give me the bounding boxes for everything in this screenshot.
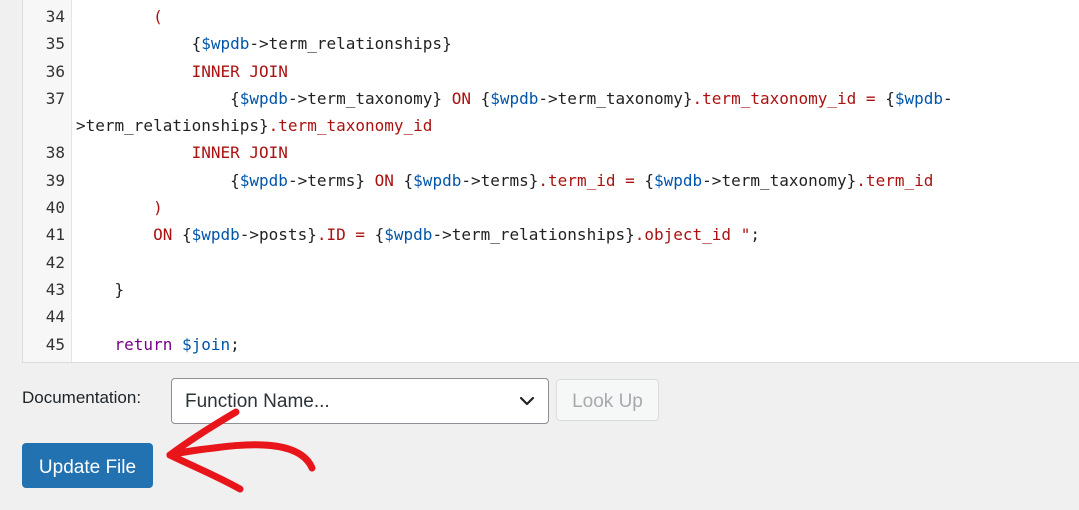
code-token: $wpdb [239, 170, 288, 190]
look-up-button[interactable]: Look Up [556, 379, 659, 421]
code-line[interactable]: 39 {$wpdb->terms} ON {$wpdb->terms}.term… [23, 167, 1079, 194]
code-token: INNER JOIN [191, 61, 288, 81]
code-token: { [470, 88, 491, 108]
line-number: 41 [45, 225, 65, 245]
code-token: ->terms} [461, 170, 539, 190]
code-text[interactable]: >term_relationships}.term_taxonomy_id [76, 112, 432, 139]
line-number: 42 [45, 252, 65, 272]
code-token: { [365, 225, 385, 245]
code-token: ; [750, 225, 760, 245]
code-token: ON [374, 170, 394, 190]
code-line[interactable]: 43 } [23, 276, 1079, 303]
code-token: } [76, 279, 125, 299]
code-token: { [634, 170, 654, 190]
code-token: { [172, 225, 192, 245]
code-token: ->term_taxonomy} [702, 170, 857, 190]
code-line[interactable]: 44 [23, 303, 1079, 330]
code-line[interactable]: 34 ( [23, 3, 1079, 30]
code-line[interactable]: >term_relationships}.term_taxonomy_id [23, 112, 1079, 139]
line-number: 45 [45, 334, 65, 354]
code-token: .object_id " [634, 225, 751, 245]
code-token: .term_id [856, 170, 934, 190]
code-line[interactable]: 35 {$wpdb->term_relationships} [23, 30, 1079, 57]
code-token: ( [153, 7, 163, 26]
code-token: ; [230, 334, 240, 354]
code-token: ) [153, 198, 163, 218]
code-token: $wpdb [201, 34, 250, 54]
code-token: .term_taxonomy_id = [692, 88, 876, 108]
documentation-label: Documentation: [22, 388, 142, 407]
code-line[interactable]: 41 ON {$wpdb->posts}.ID = {$wpdb->term_r… [23, 221, 1079, 248]
code-line[interactable]: 36 INNER JOIN [23, 58, 1079, 85]
code-token: - [943, 88, 953, 108]
code-token: ->term_taxonomy} [538, 88, 693, 108]
line-number: 44 [45, 307, 65, 327]
line-number: 38 [45, 143, 65, 163]
code-token: $wpdb [191, 225, 240, 245]
code-text[interactable]: ( [76, 3, 163, 30]
code-token: ->term_taxonomy} [287, 88, 452, 108]
code-text[interactable]: {$wpdb->term_relationships} [76, 30, 452, 57]
code-token: ->terms} [287, 170, 375, 190]
chevron-down-icon [519, 396, 535, 406]
line-number: 37 [45, 88, 65, 108]
code-token: { [875, 88, 895, 108]
code-token: { [76, 34, 202, 54]
code-token: ON [451, 88, 471, 108]
code-token: INNER JOIN [191, 143, 288, 163]
code-token: $wpdb [413, 170, 462, 190]
update-file-button[interactable]: Update File [22, 443, 153, 488]
code-token: { [393, 170, 414, 190]
code-token: return [114, 334, 173, 354]
code-token: ON [153, 225, 173, 245]
line-number: 34 [45, 7, 65, 26]
line-number: 39 [45, 170, 65, 190]
code-editor[interactable]: 34 (35 {$wpdb->term_relationships} 36 INN… [22, 0, 1079, 363]
code-text[interactable]: return $join; [76, 331, 240, 358]
code-text[interactable]: } [76, 276, 125, 303]
code-line[interactable]: 38 INNER JOIN [23, 139, 1079, 166]
function-name-select[interactable]: Function Name... [171, 378, 549, 424]
line-number: 43 [45, 279, 65, 299]
code-token: .term_id = [538, 170, 635, 190]
code-line[interactable]: 40 ) [23, 194, 1079, 221]
code-token: $wpdb [654, 170, 703, 190]
code-token: ->term_relationships} [432, 225, 635, 245]
code-token: $wpdb [490, 88, 539, 108]
code-text[interactable]: INNER JOIN [76, 139, 288, 166]
code-token: ->posts} [239, 225, 317, 245]
line-number: 35 [45, 34, 65, 54]
code-text[interactable]: {$wpdb->term_taxonomy} ON {$wpdb->term_t… [76, 85, 953, 112]
code-token: ->term_relationships} [249, 34, 452, 54]
line-number: 36 [45, 61, 65, 81]
code-content[interactable]: 34 (35 {$wpdb->term_relationships} 36 INN… [23, 3, 1079, 358]
code-token: $wpdb [239, 88, 288, 108]
code-text[interactable]: ) [76, 194, 163, 221]
code-text[interactable]: ON {$wpdb->posts}.ID = {$wpdb->term_rela… [76, 221, 760, 248]
code-token: { [76, 88, 240, 108]
code-token: $wpdb [384, 225, 433, 245]
code-token: $join [181, 334, 231, 354]
code-line[interactable]: 37 {$wpdb->term_taxonomy} ON {$wpdb->ter… [23, 85, 1079, 112]
code-text[interactable]: {$wpdb->terms} ON {$wpdb->terms}.term_id… [76, 167, 933, 194]
code-token: >term_relationships} [76, 116, 269, 136]
function-name-select-value: Function Name... [185, 391, 330, 412]
code-token: { [76, 170, 240, 190]
code-token: $wpdb [894, 88, 943, 108]
code-text[interactable]: INNER JOIN [76, 58, 288, 85]
code-token: .term_taxonomy_id [268, 116, 433, 136]
code-token: .ID = [316, 225, 365, 245]
code-line[interactable]: 45 return $join; [23, 331, 1079, 358]
line-number: 40 [45, 198, 65, 218]
code-line[interactable]: 42 [23, 249, 1079, 276]
